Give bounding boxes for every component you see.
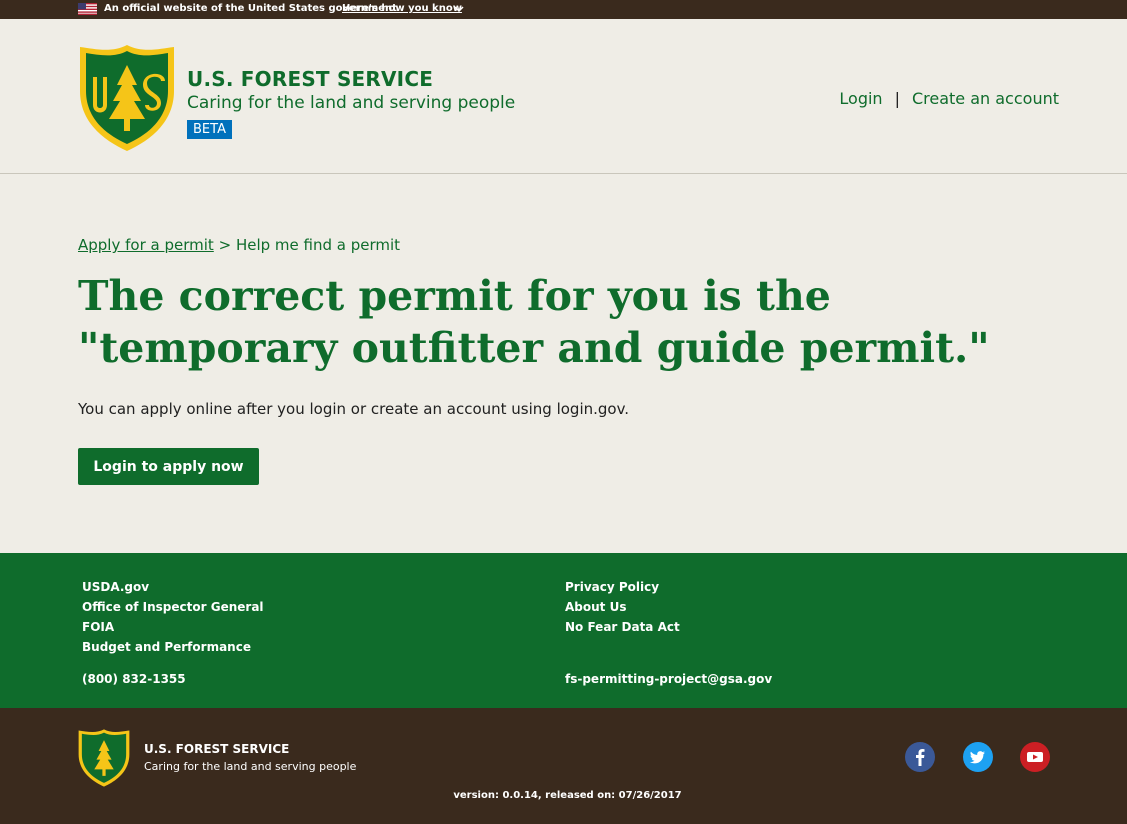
breadcrumb: Apply for a permit > Help me find a perm… [78,236,400,254]
heres-how-you-know-link[interactable]: Here's how you know [342,3,462,14]
facebook-icon [916,749,925,766]
us-flag-icon [78,3,97,15]
chevron-down-icon[interactable] [454,4,464,14]
login-link[interactable]: Login [839,89,882,108]
agency-tagline: Caring for the land and serving people [187,93,516,113]
footer-links-left: USDA.gov Office of Inspector General FOI… [82,577,264,657]
instruction-text: You can apply online after you login or … [78,400,630,418]
footer-phone: (800) 832-1355 [82,672,186,686]
breadcrumb-current: Help me find a permit [235,236,401,254]
breadcrumb-apply-link[interactable]: Apply for a permit [78,236,214,254]
bottom-agency-name: U.S. FOREST SERVICE [144,742,290,756]
page-title: The correct permit for you is the "tempo… [78,272,990,372]
forest-service-shield-logo-small [78,729,130,787]
site-header: U.S. FOREST SERVICE Caring for the land … [0,19,1127,174]
forest-service-shield-logo[interactable] [77,43,177,153]
youtube-link[interactable] [1020,742,1050,772]
facebook-link[interactable] [905,742,935,772]
header-nav: Login | Create an account [839,89,1059,108]
breadcrumb-separator: > [218,236,232,254]
footer-links-right: Privacy Policy About Us No Fear Data Act [565,577,680,637]
gov-banner: An official website of the United States… [0,0,1127,19]
footer-link-oig[interactable]: Office of Inspector General [82,597,264,617]
beta-badge: BETA [187,120,232,139]
bottom-agency-tagline: Caring for the land and serving people [144,760,357,773]
footer-link-budget[interactable]: Budget and Performance [82,637,264,657]
agency-name: U.S. FOREST SERVICE [187,67,434,91]
twitter-link[interactable] [963,742,993,772]
footer-link-usda[interactable]: USDA.gov [82,577,264,597]
footer-link-no-fear[interactable]: No Fear Data Act [565,617,680,637]
footer-link-privacy[interactable]: Privacy Policy [565,577,680,597]
version-info: version: 0.0.14, released on: 07/26/2017 [0,790,1127,801]
version-text: version: 0.0.14, released on: 07/26/2017 [453,790,682,801]
bottom-bar: U.S. FOREST SERVICE Caring for the land … [0,708,1127,824]
login-to-apply-button[interactable]: Login to apply now [78,448,259,485]
footer-link-foia[interactable]: FOIA [82,617,264,637]
footer-link-about[interactable]: About Us [565,597,680,617]
youtube-icon [1027,752,1043,762]
site-footer: USDA.gov Office of Inspector General FOI… [0,553,1127,708]
footer-email-link[interactable]: fs-permitting-project@gsa.gov [565,672,772,686]
nav-separator: | [894,89,900,108]
twitter-icon [970,751,985,764]
create-account-link[interactable]: Create an account [912,89,1059,108]
